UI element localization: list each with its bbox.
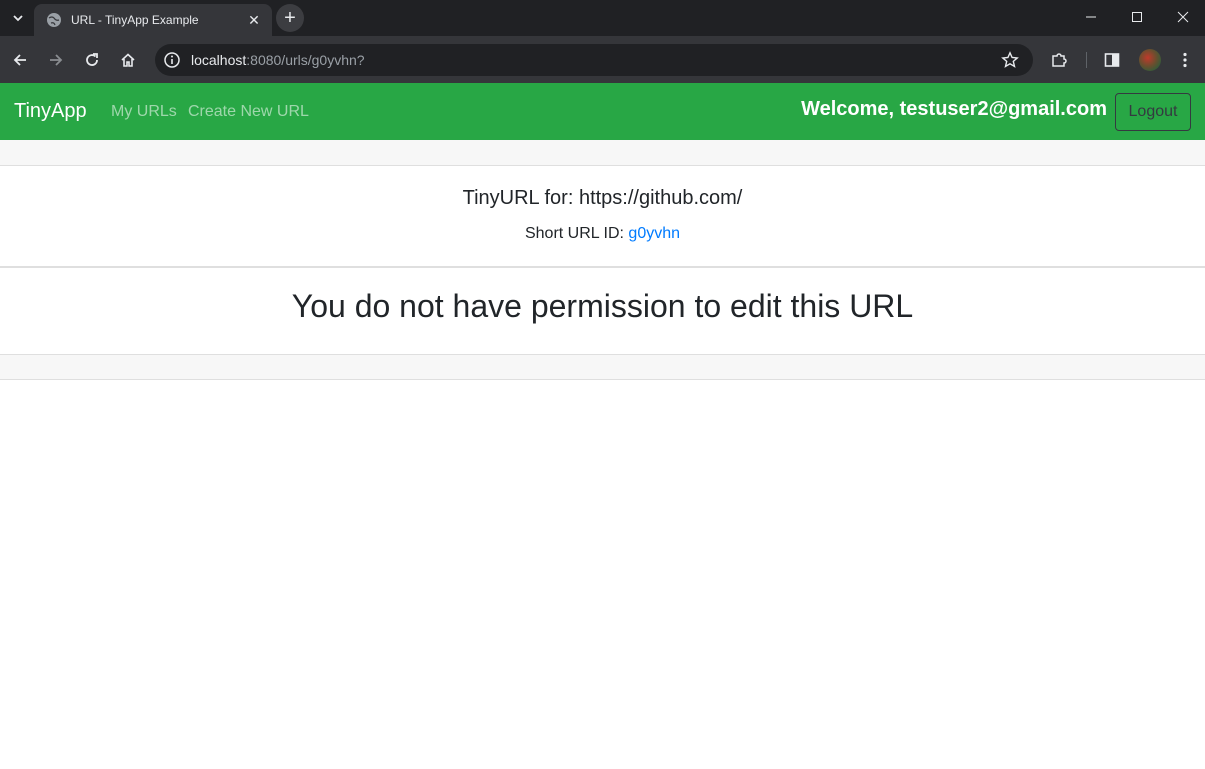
new-tab-button[interactable]: + [276,4,304,32]
welcome-user-text: Welcome, testuser2@gmail.com [801,98,1107,120]
profile-avatar[interactable] [1139,49,1161,71]
browser-tab[interactable]: URL - TinyApp Example ✕ [34,4,272,36]
site-info-icon[interactable] [163,51,181,69]
logout-button[interactable]: Logout [1115,93,1191,131]
short-url-label: Short URL ID: [524,225,629,242]
close-window-icon[interactable] [1160,0,1205,34]
url-host: localhost [191,52,247,68]
toolbar-divider [1086,52,1087,68]
page-viewport: TinyApp My URLs Create New URL Welcome, … [0,83,1205,769]
bookmark-star-icon[interactable] [1001,51,1019,69]
short-url-id-link[interactable]: g0yvhn [628,225,680,242]
permission-message: You do not have permission to edit this … [291,288,914,324]
nav-create-url-link[interactable]: Create New URL [188,103,309,121]
forward-arrow-icon[interactable] [43,47,69,73]
address-bar[interactable]: localhost:8080/urls/g0yvhn? [155,44,1033,76]
card-title: TinyURL for: https://github.com/ [462,187,743,209]
side-panel-icon[interactable] [1102,50,1122,70]
maximize-window-icon[interactable] [1114,0,1160,34]
browser-toolbar: localhost:8080/urls/g0yvhn? [0,36,1205,83]
back-arrow-icon[interactable] [7,47,33,73]
browser-tab-bar: URL - TinyApp Example ✕ + [0,0,1205,36]
reload-icon[interactable] [79,47,105,73]
browser-menu-icon[interactable] [1175,50,1195,70]
url-path: :8080/urls/g0yvhn? [246,52,365,68]
nav-my-urls-link[interactable]: My URLs [111,103,177,121]
close-tab-icon[interactable]: ✕ [244,10,264,30]
card-footer [0,354,1205,380]
section-divider [0,266,1205,268]
app-navbar: TinyApp My URLs Create New URL Welcome, … [0,83,1205,140]
extensions-puzzle-icon[interactable] [1049,50,1069,70]
app-brand-link[interactable]: TinyApp [14,100,87,123]
url-text: localhost:8080/urls/g0yvhn? [191,52,365,68]
card-header [0,140,1205,166]
minimize-window-icon[interactable] [1068,0,1114,34]
home-icon[interactable] [115,47,141,73]
short-url-text: Short URL ID: g0yvhn [0,225,1205,243]
globe-icon [47,13,61,27]
tab-title: URL - TinyApp Example [71,13,199,27]
card-body: TinyURL for: https://github.com/ Short U… [0,166,1205,267]
tab-search-chevron-icon[interactable] [6,6,30,30]
